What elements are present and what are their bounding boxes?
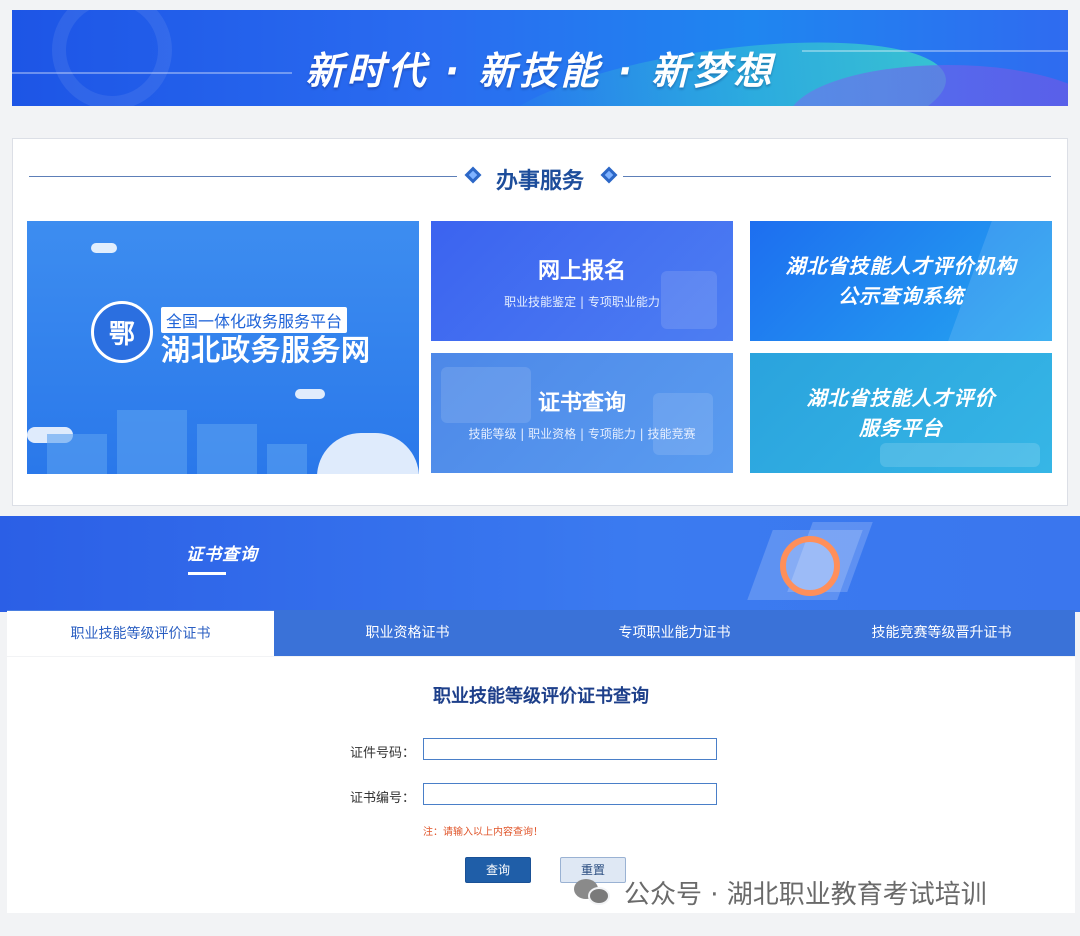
- gov-service-name: 湖北政务服务网: [161, 333, 372, 367]
- input-hint-note: 注：请输入以上内容查询！: [423, 827, 543, 838]
- wechat-icon: [574, 877, 614, 907]
- evaluation-platform-card[interactable]: 湖北省技能人才评价 服务平台: [750, 353, 1052, 473]
- tab-special-ability-cert[interactable]: 专项职业能力证书: [541, 610, 808, 656]
- query-button[interactable]: 查询: [465, 857, 531, 883]
- cert-number-label: 证书编号：: [349, 791, 415, 806]
- evaluation-platform-line1: 湖北省技能人才评价: [806, 386, 996, 410]
- query-form-title: 职业技能等级评价证书查询: [433, 686, 649, 707]
- city-silhouette: [117, 410, 187, 474]
- evaluation-platform-line2: 服务平台: [859, 416, 943, 440]
- services-panel: 办事服务 鄂 全国一体化政务服务平台 湖北政务服务网 网上报名 职业技能鉴定 |…: [12, 138, 1068, 506]
- online-signup-card[interactable]: 网上报名 职业技能鉴定 | 专项职业能力: [431, 221, 733, 341]
- city-silhouette: [197, 424, 257, 474]
- top-banner: 新时代 · 新技能 · 新梦想: [12, 10, 1068, 106]
- cert-number-input[interactable]: [423, 783, 717, 805]
- tab-skill-level-cert[interactable]: 职业技能等级评价证书: [7, 610, 274, 656]
- watermark-text: 公众号 · 湖北职业教育考试培训: [624, 879, 987, 910]
- evaluation-org-title: 湖北省技能人才评价机构 公示查询系统: [750, 251, 1052, 311]
- services-heading: 办事服务: [29, 163, 1051, 194]
- id-number-label: 证件号码：: [349, 746, 415, 761]
- cloud-decoration: [317, 433, 419, 474]
- query-banner-title: 证书查询: [186, 545, 258, 565]
- magnifier-icon: [780, 536, 840, 596]
- tab-qualification-cert[interactable]: 职业资格证书: [274, 610, 541, 656]
- cloud-decoration: [295, 389, 325, 399]
- certificate-query-banner: 证书查询: [0, 516, 1080, 612]
- tab-competition-cert[interactable]: 技能竞赛等级晋升证书: [808, 610, 1075, 656]
- hubei-gov-service-card[interactable]: 鄂 全国一体化政务服务平台 湖北政务服务网: [27, 221, 419, 474]
- evaluation-org-card[interactable]: 湖北省技能人才评价机构 公示查询系统: [750, 221, 1052, 341]
- services-title: 办事服务: [495, 169, 584, 194]
- evaluation-platform-title: 湖北省技能人才评价 服务平台: [750, 383, 1052, 443]
- gov-emblem-icon: 鄂: [91, 301, 153, 363]
- evaluation-org-line2: 公示查询系统: [838, 284, 964, 308]
- certificate-type-tabs: 职业技能等级评价证书 职业资格证书 专项职业能力证书 技能竞赛等级晋升证书: [7, 610, 1075, 656]
- evaluation-org-line1: 湖北省技能人才评价机构: [785, 254, 1017, 278]
- wechat-watermark: 公众号 · 湖北职业教育考试培训: [574, 874, 987, 910]
- online-signup-subtitle: 职业技能鉴定 | 专项职业能力: [504, 295, 660, 309]
- certificate-query-title: 证书查询: [537, 391, 626, 416]
- certificate-query-subtitle: 技能等级 | 职业资格 | 专项能力 | 技能竞赛: [468, 427, 696, 441]
- bottom-strip: [0, 913, 1080, 936]
- cloud-decoration: [91, 243, 117, 253]
- online-signup-title: 网上报名: [537, 259, 626, 284]
- city-silhouette: [47, 434, 107, 474]
- id-number-input[interactable]: [423, 738, 717, 760]
- city-silhouette: [267, 444, 307, 474]
- dot-pattern-decoration: [880, 443, 1040, 467]
- certificate-query-card[interactable]: 证书查询 技能等级 | 职业资格 | 专项能力 | 技能竞赛: [431, 353, 733, 473]
- banner-title: 新时代 · 新技能 · 新梦想: [305, 49, 775, 93]
- query-banner-underline: [188, 572, 226, 575]
- heading-rule-right: [623, 176, 1051, 177]
